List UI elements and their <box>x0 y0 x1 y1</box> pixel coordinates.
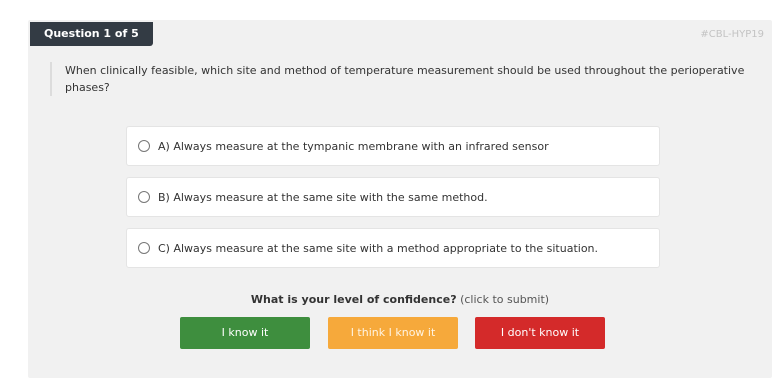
question-text: When clinically feasible, which site and… <box>50 62 755 96</box>
answer-option-label: B) Always measure at the same site with … <box>158 190 488 204</box>
question-panel: Question 1 of 5 #CBL-HYP19 When clinical… <box>28 20 772 378</box>
answer-option-label: A) Always measure at the tympanic membra… <box>158 139 549 153</box>
answer-option-b[interactable]: B) Always measure at the same site with … <box>126 177 660 217</box>
question-code: #CBL-HYP19 <box>700 29 764 40</box>
i-know-it-button[interactable]: I know it <box>180 317 310 349</box>
i-dont-know-it-button[interactable]: I don't know it <box>475 317 605 349</box>
radio-icon[interactable] <box>138 242 150 254</box>
answer-option-a[interactable]: A) Always measure at the tympanic membra… <box>126 126 660 166</box>
confidence-prompt: What is your level of confidence? (click… <box>28 293 772 306</box>
radio-icon[interactable] <box>138 140 150 152</box>
answer-option-label: C) Always measure at the same site with … <box>158 241 599 255</box>
confidence-hint: (click to submit) <box>460 293 550 306</box>
question-counter-badge: Question 1 of 5 <box>30 22 153 46</box>
confidence-question: What is your level of confidence? <box>250 293 457 306</box>
answer-option-c[interactable]: C) Always measure at the same site with … <box>126 228 660 268</box>
radio-icon[interactable] <box>138 191 150 203</box>
i-think-i-know-it-button[interactable]: I think I know it <box>328 317 458 349</box>
